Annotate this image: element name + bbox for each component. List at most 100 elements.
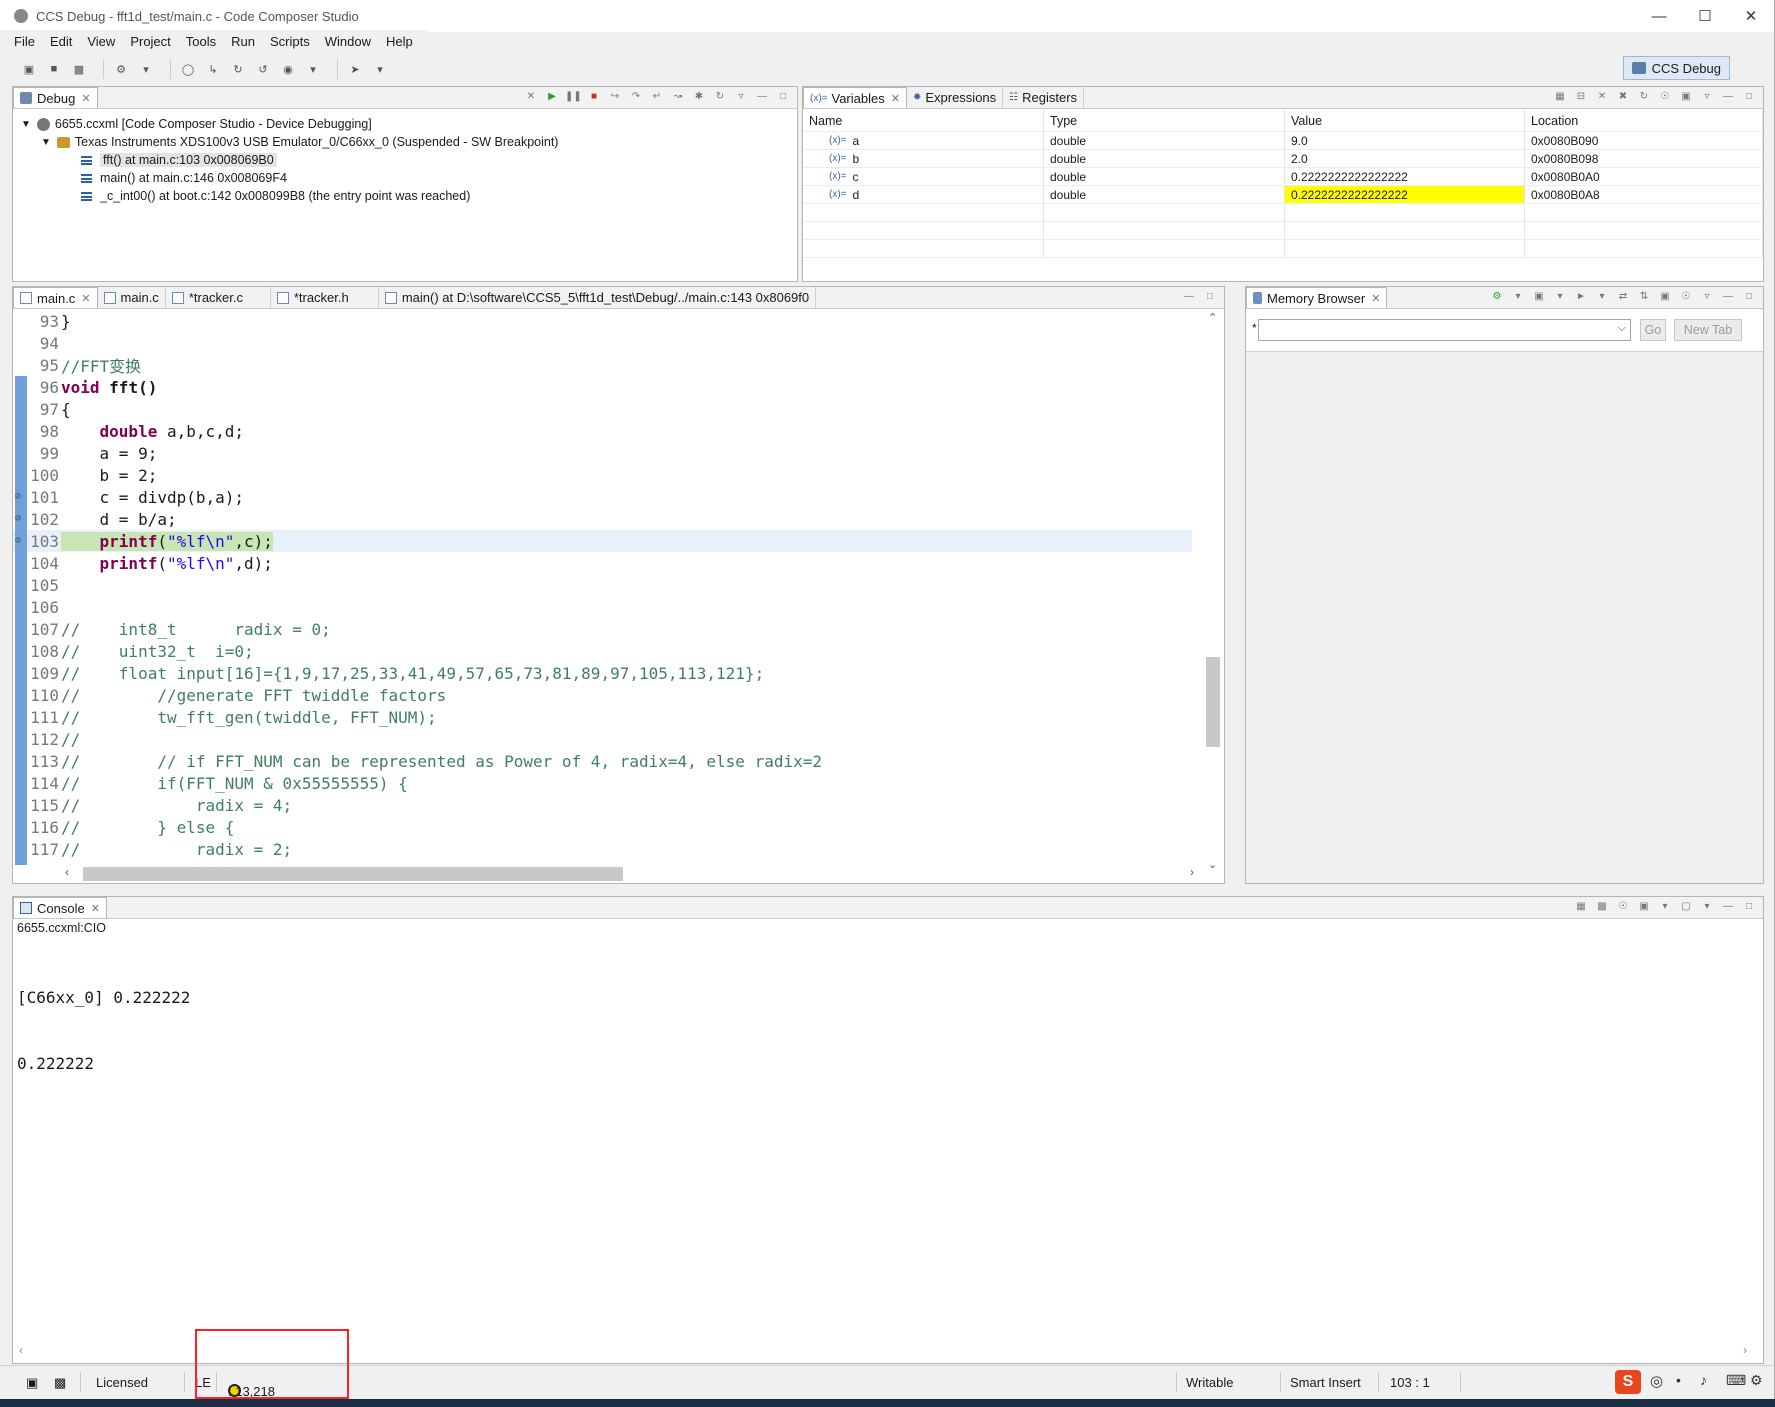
scrollbar-thumb[interactable]: [83, 867, 623, 881]
show-type-icon[interactable]: ▦: [1552, 90, 1568, 104]
table-row[interactable]: (x)= c double 0.2222222222222222 0x0080B0…: [803, 168, 1763, 186]
tab-registers[interactable]: ☷ Registers: [1003, 87, 1085, 108]
column-header[interactable]: Name: [803, 110, 1044, 131]
refresh-icon[interactable]: ⚙: [1489, 290, 1505, 304]
minimize-view-icon[interactable]: —: [754, 90, 770, 104]
menu-view[interactable]: View: [87, 34, 115, 49]
code-line[interactable]: 100 b = 2;: [13, 464, 1192, 486]
code-line[interactable]: 115// radix = 4;: [13, 794, 1192, 816]
stack-frame[interactable]: fft() at main.c:103 0x008069B0: [21, 151, 558, 169]
chevron-down-icon[interactable]: ▼: [21, 119, 31, 130]
save-all-icon[interactable]: ▩: [70, 61, 88, 77]
changed-value-cell[interactable]: 0.2222222222222222: [1285, 186, 1525, 203]
dropdown-icon[interactable]: ▾: [1552, 290, 1568, 304]
ime-punct-icon[interactable]: •: [1676, 1372, 1681, 1388]
table-row[interactable]: (x)= b double 2.0 0x0080B098: [803, 150, 1763, 168]
tab-main-c[interactable]: main.c ✕: [13, 287, 98, 308]
breakpoint-icon[interactable]: ⊘: [15, 535, 27, 546]
remove-all-icon[interactable]: ✖: [1615, 90, 1631, 104]
close-icon[interactable]: ✕: [1371, 292, 1380, 305]
code-line[interactable]: 118// }: [13, 860, 1192, 865]
dropdown-icon[interactable]: ▾: [1699, 900, 1715, 914]
tree-session[interactable]: ▼ 6655.ccxml [Code Composer Studio - Dev…: [21, 115, 558, 133]
chevron-left-icon[interactable]: ‹: [65, 865, 69, 879]
column-header[interactable]: Value: [1285, 110, 1525, 131]
save-memory-icon[interactable]: ▣: [1531, 290, 1547, 304]
code-line[interactable]: 112//: [13, 728, 1192, 750]
menu-scripts[interactable]: Scripts: [270, 34, 310, 49]
chevron-down-icon[interactable]: ⌵: [1618, 322, 1626, 335]
view-menu-icon[interactable]: ▿: [1699, 90, 1715, 104]
dropdown-icon[interactable]: ▾: [137, 61, 155, 77]
code-area[interactable]: 93} 94 95//FFT变换 96 void fft() 97{98 double a…: [13, 310, 1192, 865]
code-line[interactable]: 97{: [13, 398, 1192, 420]
step-into-icon[interactable]: ↪: [607, 90, 623, 104]
menu-file[interactable]: File: [14, 34, 35, 49]
code-line[interactable]: ⊘ 102 d = b/a;: [13, 508, 1192, 530]
tab-memory-browser[interactable]: Memory Browser ✕: [1246, 287, 1388, 308]
display-console-icon[interactable]: ▣: [1636, 900, 1652, 914]
pin-icon[interactable]: ☉: [1657, 90, 1673, 104]
code-line[interactable]: 113// // if FFT_NUM can be represented a…: [13, 750, 1192, 772]
refresh-icon[interactable]: ↻: [1636, 90, 1652, 104]
tab-console[interactable]: Console ✕: [13, 897, 107, 918]
new-view-icon[interactable]: ▣: [1678, 90, 1694, 104]
pin-console-icon[interactable]: ☉: [1615, 900, 1631, 914]
code-line[interactable]: 107// int8_t radix = 0;: [13, 618, 1192, 640]
code-line[interactable]: 98 double a,b,c,d;: [13, 420, 1192, 442]
column-header[interactable]: Type: [1044, 110, 1285, 131]
code-line[interactable]: ⊘ 103 printf("%lf\n",c);: [13, 530, 1192, 552]
menu-help[interactable]: Help: [386, 34, 413, 49]
breakpoint-icon[interactable]: ⊘: [15, 491, 27, 502]
code-line[interactable]: 95//FFT变换: [13, 354, 1192, 377]
code-line[interactable]: 109// float input[16]={1,9,17,25,33,41,4…: [13, 662, 1192, 684]
link-icon[interactable]: ⇅: [1636, 290, 1652, 304]
format-icon[interactable]: ►: [1573, 290, 1589, 304]
pin-icon[interactable]: ☉: [1678, 290, 1694, 304]
minimize-view-icon[interactable]: —: [1720, 90, 1736, 104]
menu-project[interactable]: Project: [130, 34, 170, 49]
restart-program-icon[interactable]: ↻: [712, 90, 728, 104]
new-tab-button[interactable]: New Tab: [1674, 319, 1742, 341]
chevron-right-icon[interactable]: ›: [1743, 1343, 1747, 1357]
maximize-view-icon[interactable]: □: [1741, 900, 1757, 914]
dropdown-icon[interactable]: ▾: [1510, 290, 1526, 304]
maximize-view-icon[interactable]: □: [1741, 90, 1757, 104]
minimize-view-icon[interactable]: —: [1181, 290, 1197, 304]
tab-tracker-c[interactable]: *tracker.c: [166, 287, 271, 308]
save-icon[interactable]: ■: [45, 61, 63, 77]
tab-tracker-h[interactable]: *tracker.h: [271, 287, 379, 308]
ime-keyboard-icon[interactable]: ⌨: [1726, 1372, 1746, 1389]
code-line[interactable]: 111// tw_fft_gen(twiddle, FFT_NUM);: [13, 706, 1192, 728]
new-icon[interactable]: ▣: [20, 61, 38, 77]
perspective-switch[interactable]: CCS Debug: [1622, 56, 1730, 80]
chevron-left-icon[interactable]: ‹: [19, 1343, 23, 1357]
code-line[interactable]: 105: [13, 574, 1192, 596]
open-console-icon[interactable]: ▢: [1678, 900, 1694, 914]
code-line[interactable]: 110// //generate FFT twiddle factors: [13, 684, 1192, 706]
tools-dropdown-icon[interactable]: ▾: [371, 61, 389, 77]
menu-run[interactable]: Run: [231, 34, 255, 49]
tab-main-c-2[interactable]: main.c: [98, 287, 166, 308]
maximize-view-icon[interactable]: □: [1202, 290, 1218, 304]
code-line[interactable]: 104 printf("%lf\n",d);: [13, 552, 1192, 574]
fast-view-icon[interactable]: ▣: [26, 1375, 38, 1391]
scrollbar-thumb[interactable]: [1206, 657, 1220, 747]
code-line[interactable]: 114// if(FFT_NUM & 0x55555555) {: [13, 772, 1192, 794]
restart-icon[interactable]: ↺: [254, 61, 272, 77]
run-menu-icon[interactable]: ▾: [304, 61, 322, 77]
collapse-all-icon[interactable]: ⊟: [1573, 90, 1589, 104]
ime-mic-icon[interactable]: ♪: [1700, 1372, 1707, 1388]
step-return-icon[interactable]: ↵: [649, 90, 665, 104]
breakpoint-icon[interactable]: ⊘: [15, 513, 27, 524]
clear-console-icon[interactable]: ▦: [1573, 900, 1589, 914]
breakpoint-icon[interactable]: ◉: [279, 61, 297, 77]
code-line[interactable]: ⊘ 101 c = divdp(b,a);: [13, 486, 1192, 508]
code-line[interactable]: 96 void fft(): [13, 376, 1192, 398]
dropdown-icon[interactable]: ▾: [1594, 290, 1610, 304]
chevron-down-icon[interactable]: ⌄: [1208, 858, 1217, 871]
address-input[interactable]: ⌵: [1258, 319, 1631, 341]
table-row[interactable]: (x)= a double 9.0 0x0080B090: [803, 132, 1763, 150]
code-line[interactable]: 106: [13, 596, 1192, 618]
stack-frame[interactable]: main() at main.c:146 0x008069F4: [21, 169, 558, 187]
